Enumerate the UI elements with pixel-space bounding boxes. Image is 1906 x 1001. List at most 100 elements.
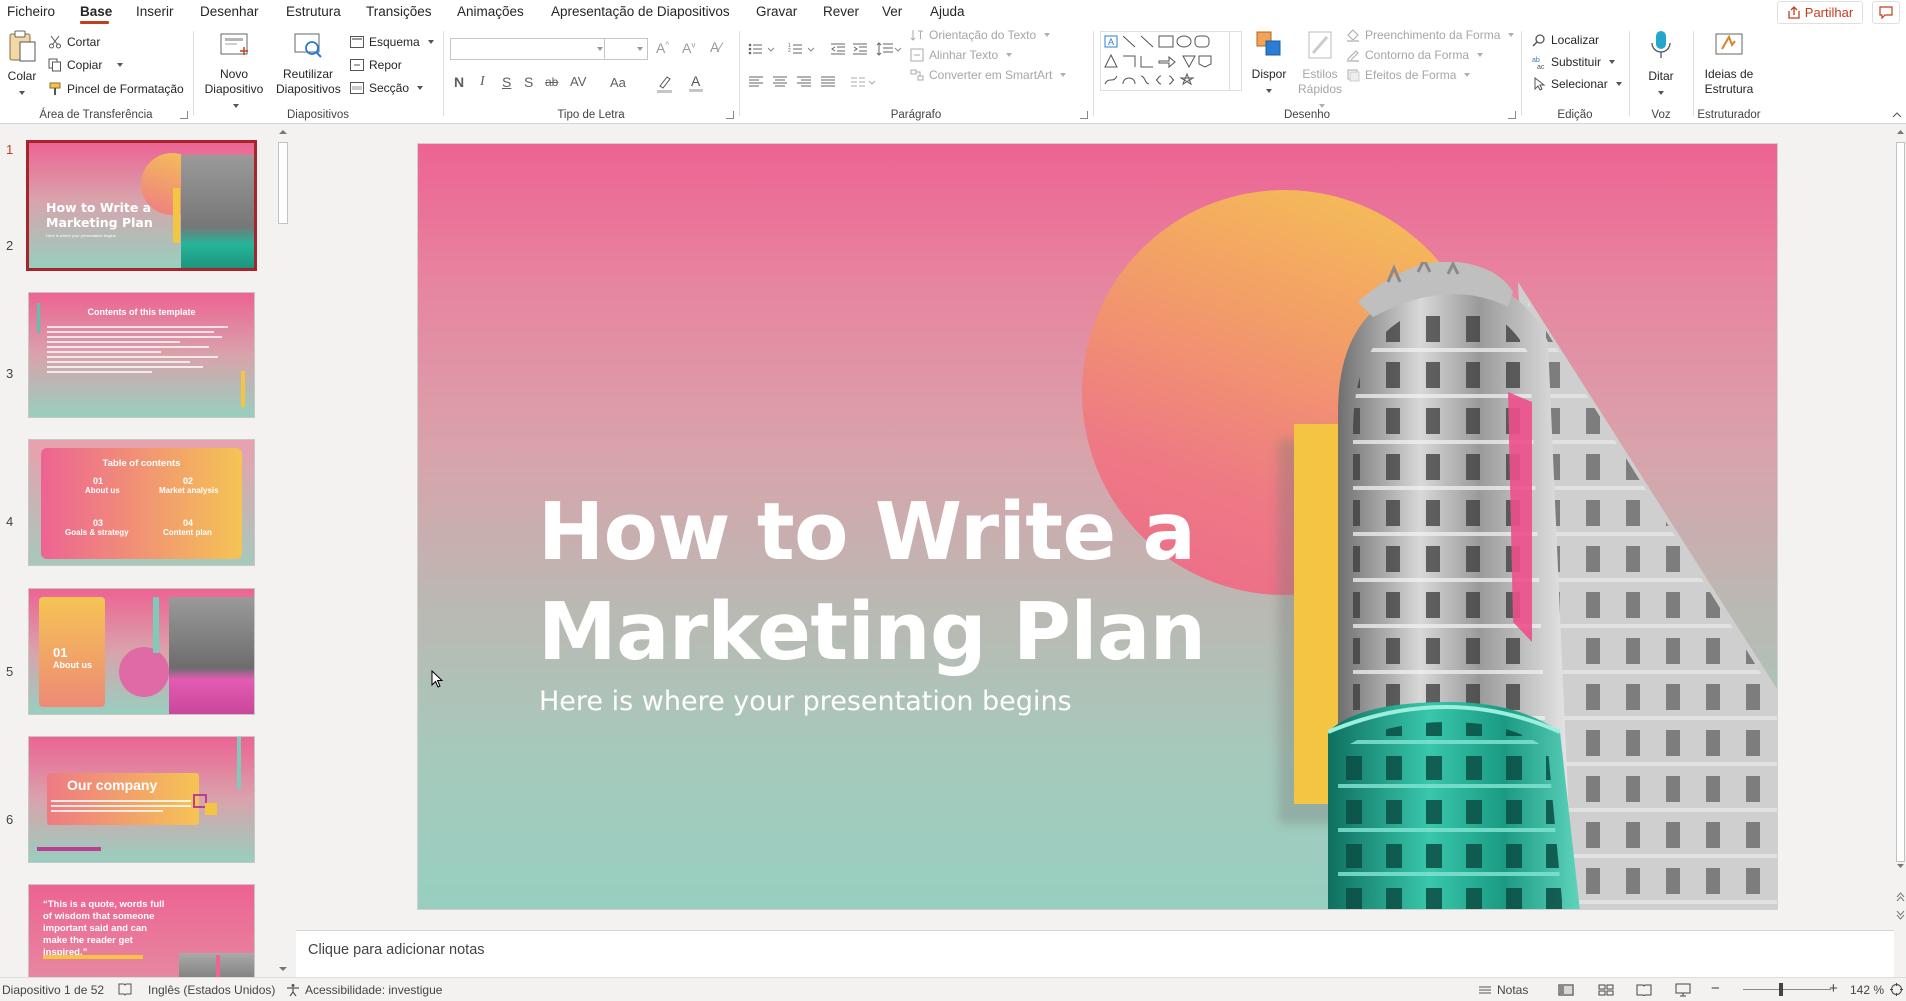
shapes-gallery[interactable]: A <box>1100 31 1230 91</box>
italic-button[interactable]: I <box>480 74 485 90</box>
tab-ajuda[interactable]: Ajuda <box>930 4 965 19</box>
find-button[interactable]: Localizar <box>1532 30 1599 50</box>
align-text-button[interactable]: Alinhar Texto <box>910 45 1013 65</box>
drawing-launcher-icon[interactable] <box>1508 111 1516 119</box>
slide-thumbnail-6[interactable]: “This is a quote, words full of wisdom t… <box>28 884 255 977</box>
replace-dropdown-icon[interactable] <box>1609 60 1616 64</box>
cut-button[interactable]: Cortar <box>48 32 100 52</box>
shapes-gallery-scroll[interactable] <box>1230 31 1242 91</box>
tab-inserir[interactable]: Inserir <box>136 4 174 19</box>
slide-sorter-icon[interactable] <box>1598 984 1614 996</box>
slide-thumbnail-2[interactable]: Contents of this template <box>28 292 255 418</box>
font-family-combo[interactable] <box>450 38 608 60</box>
reset-button[interactable]: Repor <box>350 55 402 75</box>
editor-scrollbar[interactable] <box>1894 124 1906 930</box>
format-painter-button[interactable]: Pincel de Formatação <box>48 79 184 99</box>
font-family-dropdown-icon[interactable] <box>597 47 603 51</box>
zoom-slider[interactable] <box>1743 989 1831 990</box>
decrease-indent-icon[interactable] <box>830 42 846 56</box>
new-slide-button[interactable]: Novo Diapositivo <box>204 29 264 112</box>
tab-animacoes[interactable]: Animações <box>457 4 524 19</box>
normal-view-icon[interactable] <box>1558 984 1574 996</box>
font-size-combo[interactable] <box>604 38 648 60</box>
tab-apresentacao[interactable]: Apresentação de Diapositivos <box>551 4 730 19</box>
shape-effects-dropdown-icon[interactable] <box>1464 73 1471 77</box>
zoom-level[interactable]: 142 % <box>1850 983 1884 997</box>
zoom-out-icon[interactable]: − <box>1711 980 1720 997</box>
quick-styles-dropdown-icon[interactable] <box>1318 104 1325 108</box>
scroll-up-icon[interactable] <box>1896 128 1905 136</box>
dictate-button[interactable]: Ditar <box>1638 29 1684 99</box>
section-button[interactable]: Secção <box>350 78 424 98</box>
slide-thumbnail-1[interactable]: How to Write a Marketing Plan Here is wh… <box>26 140 257 271</box>
tab-ver[interactable]: Ver <box>882 4 902 19</box>
align-text-dropdown-icon[interactable] <box>1006 53 1013 57</box>
spelling-status[interactable] <box>118 983 132 996</box>
tab-desenhar[interactable]: Desenhar <box>200 4 259 19</box>
line-spacing-icon[interactable] <box>876 42 902 56</box>
copy-dropdown-icon[interactable] <box>117 63 124 67</box>
align-center-icon[interactable] <box>772 75 788 89</box>
columns-icon[interactable] <box>850 75 878 89</box>
highlight-color-button[interactable] <box>656 74 674 94</box>
section-dropdown-icon[interactable] <box>417 86 424 90</box>
arrange-button[interactable]: Dispor <box>1246 29 1292 97</box>
notes-pane[interactable]: Clique para adicionar notas <box>296 930 1894 977</box>
shadow-button[interactable]: S <box>524 74 533 90</box>
new-slide-dropdown-icon[interactable] <box>232 104 239 108</box>
change-case-button[interactable]: Aa <box>610 75 626 90</box>
tab-transicoes[interactable]: Transições <box>366 4 432 19</box>
replace-button[interactable]: ab ac Substituir <box>1532 52 1616 72</box>
font-size-dropdown-icon[interactable] <box>637 47 643 51</box>
reuse-slides-button[interactable]: Reutilizar Diapositivos <box>276 29 341 97</box>
bold-button[interactable]: N <box>454 74 464 90</box>
paste-dropdown-icon[interactable] <box>19 91 25 95</box>
copy-button[interactable]: Copiar <box>48 55 124 75</box>
zoom-slider-handle[interactable] <box>1779 983 1783 996</box>
dictate-dropdown-icon[interactable] <box>1658 91 1664 95</box>
layout-button[interactable]: Esquema <box>350 32 434 52</box>
zoom-in-icon[interactable]: + <box>1829 980 1838 997</box>
slideshow-icon[interactable] <box>1675 983 1691 997</box>
shape-outline-dropdown-icon[interactable] <box>1477 53 1484 57</box>
tab-base[interactable]: Base <box>80 4 112 19</box>
select-dropdown-icon[interactable] <box>1615 82 1622 86</box>
next-slide-icon[interactable] <box>1896 910 1905 920</box>
tab-rever[interactable]: Rever <box>823 4 859 19</box>
accessibility-status[interactable]: Acessibilidade: investigue <box>286 983 442 997</box>
align-left-icon[interactable] <box>748 75 764 89</box>
grow-font-icon[interactable]: A^ <box>656 40 669 56</box>
text-direction-button[interactable]: Orientação do Texto <box>910 25 1051 45</box>
font-color-button[interactable]: A <box>688 73 706 94</box>
design-ideas-button[interactable]: Ideias de Estrutura <box>1698 29 1760 97</box>
tab-gravar[interactable]: Gravar <box>756 4 797 19</box>
share-button[interactable]: Partilhar <box>1777 1 1863 24</box>
underline-button[interactable]: S <box>502 74 511 90</box>
language-status[interactable]: Inglês (Estados Unidos) <box>148 983 275 997</box>
thumbnails-scrollbar[interactable] <box>276 128 288 973</box>
notes-toggle[interactable]: Notas <box>1478 983 1528 997</box>
shape-fill-button[interactable]: Preenchimento da Forma <box>1346 25 1515 45</box>
comments-button[interactable] <box>1872 1 1900 24</box>
char-spacing-button[interactable]: AV <box>570 74 586 89</box>
select-button[interactable]: Selecionar <box>1532 74 1622 94</box>
scroll-down-icon[interactable] <box>278 965 288 973</box>
previous-slide-icon[interactable] <box>1896 892 1905 902</box>
scroll-down-icon[interactable] <box>1896 862 1905 870</box>
reading-view-icon[interactable] <box>1636 984 1652 996</box>
slide-thumbnail-5[interactable]: Our company <box>28 736 255 863</box>
tab-ficheiro[interactable]: Ficheiro <box>7 4 55 19</box>
strikethrough-button[interactable]: ab <box>545 75 558 89</box>
shape-fill-dropdown-icon[interactable] <box>1508 33 1515 37</box>
scrollbar-thumb[interactable] <box>278 142 288 224</box>
slide-thumbnail-3[interactable]: Table of contents 01 About us 02 Market … <box>28 439 255 566</box>
shape-effects-button[interactable]: Efeitos de Forma <box>1346 65 1471 85</box>
smartart-dropdown-icon[interactable] <box>1060 73 1067 77</box>
clipboard-launcher-icon[interactable] <box>180 111 188 119</box>
fit-to-window-icon[interactable] <box>1889 982 1904 997</box>
tab-estrutura[interactable]: Estrutura <box>286 4 341 19</box>
bullets-icon[interactable] <box>748 42 782 56</box>
slide-subtitle[interactable]: Here is where your presentation begins <box>539 686 1072 717</box>
clear-format-icon[interactable]: A⁄ <box>710 39 722 55</box>
text-direction-dropdown-icon[interactable] <box>1044 33 1051 37</box>
